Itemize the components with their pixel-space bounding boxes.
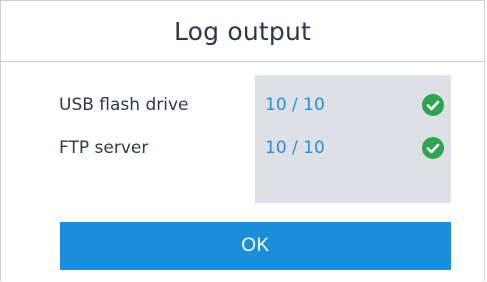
dialog-header: Log output: [1, 1, 484, 62]
output-label: FTP server: [59, 138, 149, 158]
check-circle-icon: [422, 137, 444, 159]
output-row-usb: USB flash drive 10 / 10: [1, 91, 487, 119]
output-label: USB flash drive: [59, 95, 189, 115]
output-count: 10 / 10: [265, 95, 325, 115]
check-circle-icon: [422, 94, 444, 116]
ok-button-label: OK: [241, 235, 270, 256]
log-output-dialog: Log output USB flash drive 10 / 10 FTP s…: [0, 0, 485, 281]
output-count: 10 / 10: [265, 138, 325, 158]
dialog-title: Log output: [173, 16, 312, 46]
ok-button[interactable]: OK: [60, 222, 451, 270]
output-row-ftp: FTP server 10 / 10: [1, 134, 487, 162]
